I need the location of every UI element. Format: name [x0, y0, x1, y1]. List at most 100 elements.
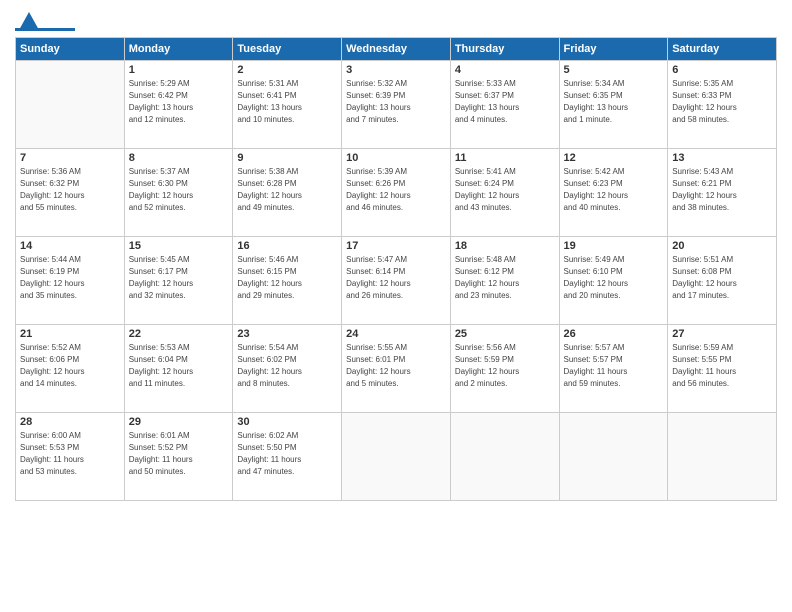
- calendar-cell: [668, 413, 777, 501]
- day-number: 14: [20, 240, 120, 252]
- day-header-monday: Monday: [124, 38, 233, 61]
- day-info: Sunrise: 5:38 AM Sunset: 6:28 PM Dayligh…: [237, 166, 337, 214]
- calendar-cell: 14 Sunrise: 5:44 AM Sunset: 6:19 PM Dayli…: [16, 237, 125, 325]
- day-number: 10: [346, 152, 446, 164]
- calendar-cell: 6 Sunrise: 5:35 AM Sunset: 6:33 PM Daylig…: [668, 61, 777, 149]
- day-number: 15: [129, 240, 229, 252]
- week-row-5: 28 Sunrise: 6:00 AM Sunset: 5:53 PM Dayli…: [16, 413, 777, 501]
- day-number: 18: [455, 240, 555, 252]
- day-info: Sunrise: 5:53 AM Sunset: 6:04 PM Dayligh…: [129, 342, 229, 390]
- calendar-cell: 10Sunrise: 5:39 AM Sunset: 6:26 PM Dayli…: [342, 149, 451, 237]
- day-number: 13: [672, 152, 772, 164]
- calendar-cell: 24 Sunrise: 5:55 AM Sunset: 6:01 PM Dayli…: [342, 325, 451, 413]
- day-number: 7: [20, 152, 120, 164]
- calendar-cell: 4 Sunrise: 5:33 AM Sunset: 6:37 PM Daylig…: [450, 61, 559, 149]
- day-info: Sunrise: 5:29 AM Sunset: 6:42 PM Dayligh…: [129, 78, 229, 126]
- page-header: [15, 10, 777, 31]
- calendar-cell: 8 Sunrise: 5:37 AM Sunset: 6:30 PM Daylig…: [124, 149, 233, 237]
- calendar-cell: 18 Sunrise: 5:48 AM Sunset: 6:12 PM Dayli…: [450, 237, 559, 325]
- day-number: 24: [346, 328, 446, 340]
- calendar-cell: 21Sunrise: 5:52 AM Sunset: 6:06 PM Dayli…: [16, 325, 125, 413]
- day-number: 27: [672, 328, 772, 340]
- week-row-4: 21Sunrise: 5:52 AM Sunset: 6:06 PM Dayli…: [16, 325, 777, 413]
- day-number: 1: [129, 64, 229, 76]
- day-info: Sunrise: 5:43 AM Sunset: 6:21 PM Dayligh…: [672, 166, 772, 214]
- calendar-cell: [342, 413, 451, 501]
- day-info: Sunrise: 5:48 AM Sunset: 6:12 PM Dayligh…: [455, 254, 555, 302]
- day-number: 17: [346, 240, 446, 252]
- calendar-cell: 25Sunrise: 5:56 AM Sunset: 5:59 PM Dayli…: [450, 325, 559, 413]
- day-info: Sunrise: 5:52 AM Sunset: 6:06 PM Dayligh…: [20, 342, 120, 390]
- day-info: Sunrise: 5:46 AM Sunset: 6:15 PM Dayligh…: [237, 254, 337, 302]
- day-number: 29: [129, 416, 229, 428]
- day-info: Sunrise: 5:37 AM Sunset: 6:30 PM Dayligh…: [129, 166, 229, 214]
- day-number: 20: [672, 240, 772, 252]
- day-info: Sunrise: 6:01 AM Sunset: 5:52 PM Dayligh…: [129, 430, 229, 478]
- calendar-cell: 26 Sunrise: 5:57 AM Sunset: 5:57 PM Dayli…: [559, 325, 668, 413]
- calendar-cell: [16, 61, 125, 149]
- calendar-cell: 5Sunrise: 5:34 AM Sunset: 6:35 PM Daylig…: [559, 61, 668, 149]
- day-number: 30: [237, 416, 337, 428]
- calendar-cell: 2 Sunrise: 5:31 AM Sunset: 6:41 PM Daylig…: [233, 61, 342, 149]
- day-number: 19: [564, 240, 664, 252]
- day-header-tuesday: Tuesday: [233, 38, 342, 61]
- day-info: Sunrise: 5:54 AM Sunset: 6:02 PM Dayligh…: [237, 342, 337, 390]
- calendar-cell: 7 Sunrise: 5:36 AM Sunset: 6:32 PM Daylig…: [16, 149, 125, 237]
- calendar-cell: 19 Sunrise: 5:49 AM Sunset: 6:10 PM Dayli…: [559, 237, 668, 325]
- calendar-cell: 20 Sunrise: 5:51 AM Sunset: 6:08 PM Dayli…: [668, 237, 777, 325]
- day-info: Sunrise: 5:35 AM Sunset: 6:33 PM Dayligh…: [672, 78, 772, 126]
- calendar-cell: 13 Sunrise: 5:43 AM Sunset: 6:21 PM Dayli…: [668, 149, 777, 237]
- calendar-cell: 9 Sunrise: 5:38 AM Sunset: 6:28 PM Daylig…: [233, 149, 342, 237]
- day-info: Sunrise: 5:34 AM Sunset: 6:35 PM Dayligh…: [564, 78, 664, 126]
- calendar-cell: 22 Sunrise: 5:53 AM Sunset: 6:04 PM Dayli…: [124, 325, 233, 413]
- calendar-cell: 3Sunrise: 5:32 AM Sunset: 6:39 PM Daylig…: [342, 61, 451, 149]
- calendar-table: SundayMondayTuesdayWednesdayThursdayFrid…: [15, 37, 777, 501]
- day-info: Sunrise: 5:45 AM Sunset: 6:17 PM Dayligh…: [129, 254, 229, 302]
- day-info: Sunrise: 5:57 AM Sunset: 5:57 PM Dayligh…: [564, 342, 664, 390]
- day-info: Sunrise: 5:36 AM Sunset: 6:32 PM Dayligh…: [20, 166, 120, 214]
- day-info: Sunrise: 5:49 AM Sunset: 6:10 PM Dayligh…: [564, 254, 664, 302]
- day-info: Sunrise: 5:59 AM Sunset: 5:55 PM Dayligh…: [672, 342, 772, 390]
- day-info: Sunrise: 5:32 AM Sunset: 6:39 PM Dayligh…: [346, 78, 446, 126]
- week-row-1: 1 Sunrise: 5:29 AM Sunset: 6:42 PM Daylig…: [16, 61, 777, 149]
- day-number: 25: [455, 328, 555, 340]
- calendar-cell: 1 Sunrise: 5:29 AM Sunset: 6:42 PM Daylig…: [124, 61, 233, 149]
- day-number: 2: [237, 64, 337, 76]
- calendar-cell: 16Sunrise: 5:46 AM Sunset: 6:15 PM Dayli…: [233, 237, 342, 325]
- logo-underline: [15, 28, 75, 31]
- day-info: Sunrise: 5:31 AM Sunset: 6:41 PM Dayligh…: [237, 78, 337, 126]
- day-header-saturday: Saturday: [668, 38, 777, 61]
- day-number: 11: [455, 152, 555, 164]
- day-number: 8: [129, 152, 229, 164]
- day-number: 12: [564, 152, 664, 164]
- day-number: 28: [20, 416, 120, 428]
- calendar-cell: 17Sunrise: 5:47 AM Sunset: 6:14 PM Dayli…: [342, 237, 451, 325]
- week-row-3: 14 Sunrise: 5:44 AM Sunset: 6:19 PM Dayli…: [16, 237, 777, 325]
- day-number: 6: [672, 64, 772, 76]
- day-number: 26: [564, 328, 664, 340]
- day-info: Sunrise: 5:51 AM Sunset: 6:08 PM Dayligh…: [672, 254, 772, 302]
- calendar-cell: 29 Sunrise: 6:01 AM Sunset: 5:52 PM Dayli…: [124, 413, 233, 501]
- logo-block: [15, 10, 75, 31]
- page-container: SundayMondayTuesdayWednesdayThursdayFrid…: [0, 0, 792, 511]
- calendar-cell: 11Sunrise: 5:41 AM Sunset: 6:24 PM Dayli…: [450, 149, 559, 237]
- day-info: Sunrise: 5:33 AM Sunset: 6:37 PM Dayligh…: [455, 78, 555, 126]
- calendar-cell: 30Sunrise: 6:02 AM Sunset: 5:50 PM Dayli…: [233, 413, 342, 501]
- logo: [15, 10, 75, 31]
- calendar-cell: 23 Sunrise: 5:54 AM Sunset: 6:02 PM Dayli…: [233, 325, 342, 413]
- week-row-2: 7 Sunrise: 5:36 AM Sunset: 6:32 PM Daylig…: [16, 149, 777, 237]
- day-header-sunday: Sunday: [16, 38, 125, 61]
- calendar-cell: 27 Sunrise: 5:59 AM Sunset: 5:55 PM Dayli…: [668, 325, 777, 413]
- day-number: 4: [455, 64, 555, 76]
- calendar-cell: [450, 413, 559, 501]
- day-header-friday: Friday: [559, 38, 668, 61]
- day-info: Sunrise: 5:55 AM Sunset: 6:01 PM Dayligh…: [346, 342, 446, 390]
- day-info: Sunrise: 5:42 AM Sunset: 6:23 PM Dayligh…: [564, 166, 664, 214]
- day-number: 22: [129, 328, 229, 340]
- calendar-cell: 15 Sunrise: 5:45 AM Sunset: 6:17 PM Dayli…: [124, 237, 233, 325]
- day-number: 23: [237, 328, 337, 340]
- day-number: 9: [237, 152, 337, 164]
- day-info: Sunrise: 5:44 AM Sunset: 6:19 PM Dayligh…: [20, 254, 120, 302]
- day-info: Sunrise: 6:00 AM Sunset: 5:53 PM Dayligh…: [20, 430, 120, 478]
- day-header-thursday: Thursday: [450, 38, 559, 61]
